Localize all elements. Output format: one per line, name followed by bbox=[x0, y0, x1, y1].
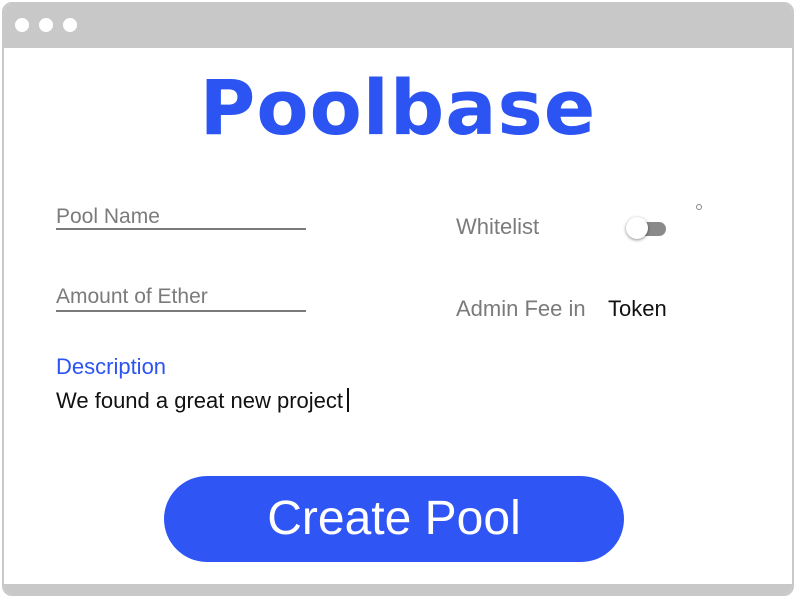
browser-window: Poolbase Pool Name Amount of Ether White… bbox=[2, 2, 794, 596]
pool-name-underline bbox=[56, 228, 306, 230]
amount-of-ether-field[interactable]: Amount of Ether bbox=[56, 285, 208, 309]
admin-fee-token-select[interactable]: Token bbox=[608, 296, 667, 322]
whitelist-toggle[interactable] bbox=[626, 215, 668, 241]
description-value: We found a great new project bbox=[56, 388, 343, 413]
pool-name-field[interactable]: Pool Name bbox=[56, 205, 160, 229]
toggle-knob bbox=[626, 217, 648, 239]
text-caret bbox=[347, 388, 349, 412]
window-titlebar bbox=[4, 4, 792, 48]
window-dot-icon[interactable] bbox=[39, 18, 53, 32]
whitelist-label: Whitelist bbox=[456, 214, 540, 239]
dot-icon bbox=[696, 204, 702, 210]
create-pool-button[interactable]: Create Pool bbox=[164, 476, 624, 562]
create-pool-form: Poolbase Pool Name Amount of Ether White… bbox=[4, 48, 792, 586]
window-dot-icon[interactable] bbox=[63, 18, 77, 32]
admin-fee-label: Admin Fee in bbox=[456, 296, 586, 321]
poolbase-logo: Poolbase bbox=[199, 63, 597, 152]
window-dot-icon[interactable] bbox=[15, 18, 29, 32]
description-field[interactable]: We found a great new project bbox=[56, 388, 349, 414]
description-label: Description bbox=[56, 354, 167, 379]
amount-of-ether-underline bbox=[56, 310, 306, 312]
window-bottom-edge bbox=[4, 584, 792, 594]
